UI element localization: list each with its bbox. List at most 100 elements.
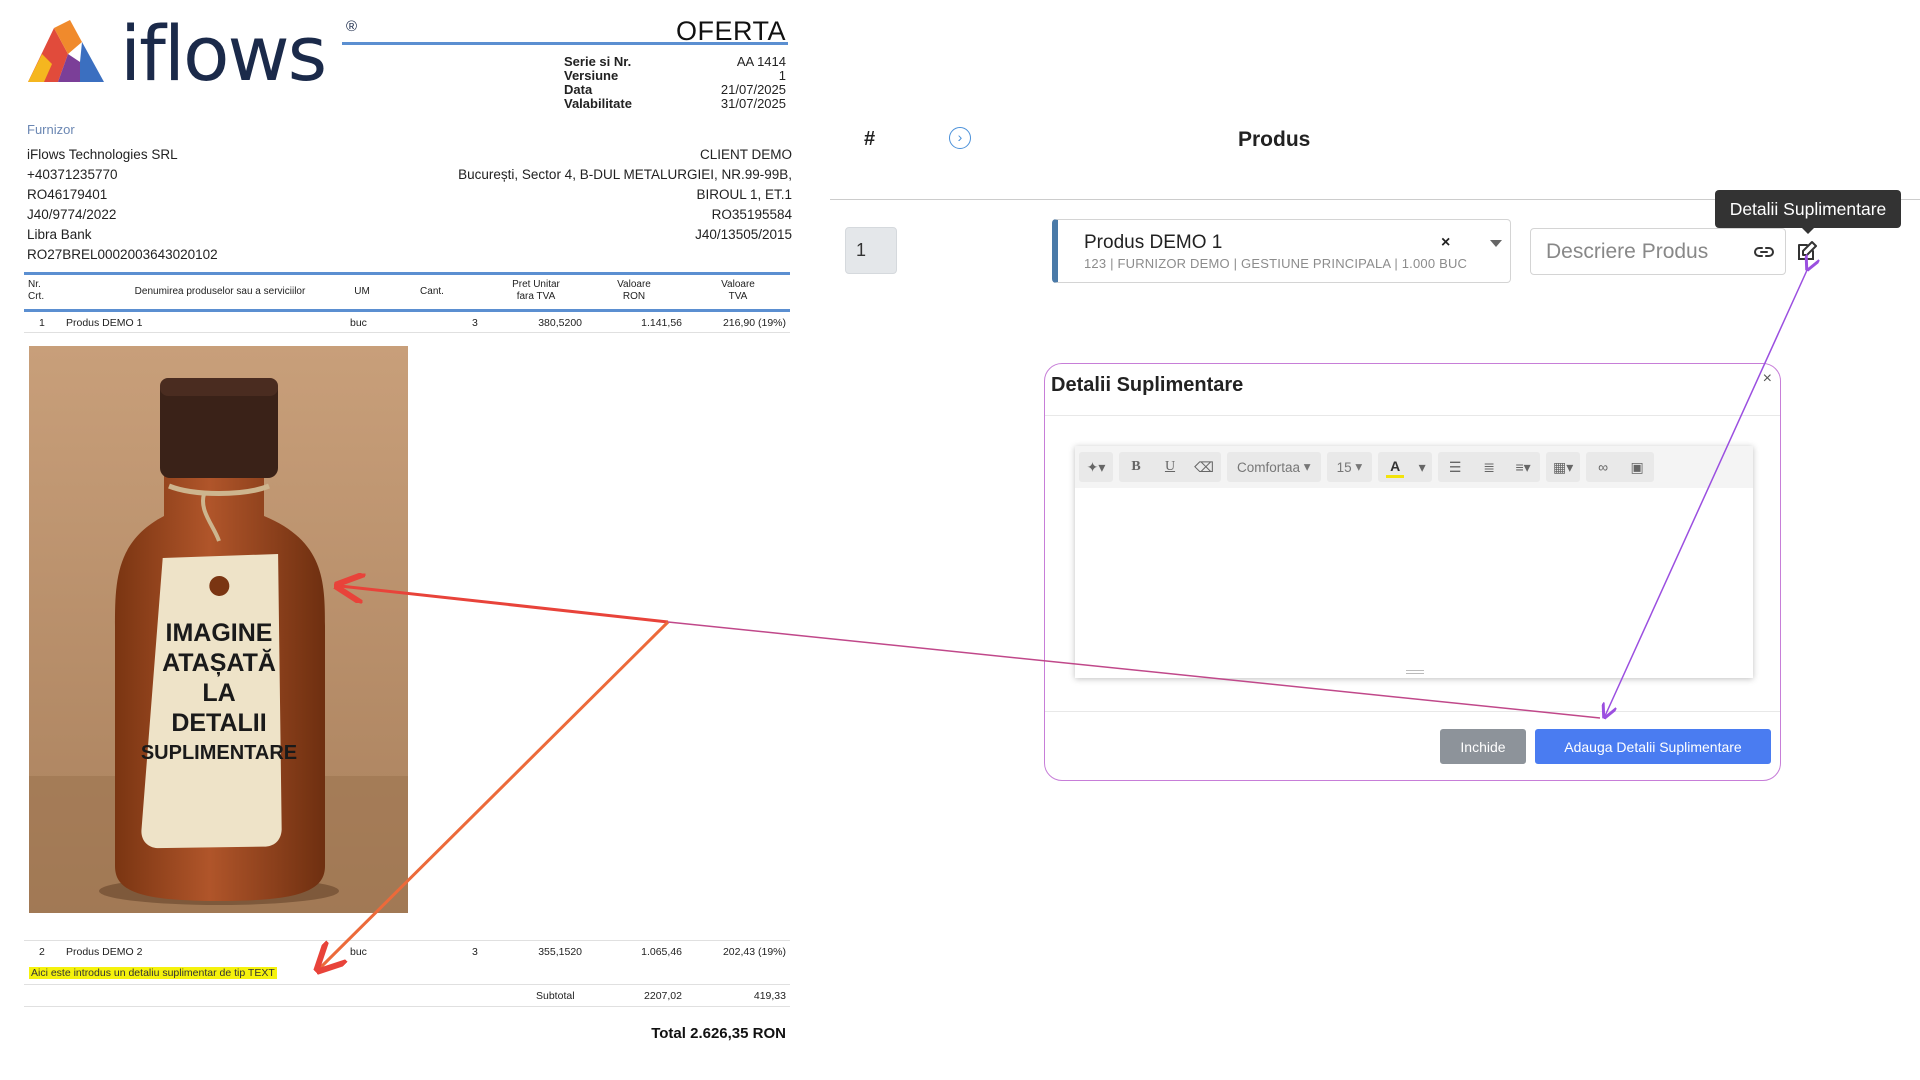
- row-divider: [24, 984, 790, 985]
- attached-product-image: IMAGINE ATAȘATĂ LA DETALII SUPLIMENTARE: [29, 346, 408, 913]
- client-line: J40/13505/2015: [695, 227, 792, 242]
- svg-text:IMAGINE: IMAGINE: [166, 619, 273, 647]
- client-details: CLIENT DEMO București, Sector 4, B-DUL M…: [458, 145, 792, 245]
- toolbar-group-table: ▦▾: [1546, 452, 1581, 482]
- bullet-list-icon[interactable]: ☰: [1438, 452, 1472, 482]
- col-header-vat: Valoare TVA: [721, 279, 755, 302]
- clear-selection-icon[interactable]: ×: [1441, 234, 1450, 252]
- meta-value: AA 1414: [736, 54, 786, 69]
- insert-image-icon[interactable]: ▣: [1620, 452, 1654, 482]
- cell-name: Produs DEMO 1: [66, 317, 143, 329]
- meta-value: 21/07/2025: [720, 82, 786, 97]
- expand-arrow-icon[interactable]: ›: [949, 127, 971, 149]
- cell-qty: 3: [472, 317, 478, 329]
- meta-row: Serie si Nr. AA 1414: [564, 55, 786, 69]
- modal-footer-divider: [1045, 711, 1780, 712]
- table-header-bottom-border: [24, 309, 790, 312]
- client-line: RO35195584: [711, 207, 792, 222]
- row-divider: [24, 940, 790, 941]
- supplier-line: iFlows Technologies SRL: [27, 147, 178, 162]
- meta-row: Versiune 1: [564, 69, 786, 83]
- numbered-list-icon[interactable]: ≣: [1472, 452, 1506, 482]
- toolbar-group-size: 15 ▾: [1326, 452, 1373, 482]
- logo-registered-mark: ®: [346, 18, 358, 35]
- add-details-button[interactable]: Adauga Detalii Suplimentare: [1535, 729, 1771, 764]
- client-line: București, Sector 4, B-DUL METALURGIEI, …: [458, 167, 792, 182]
- cell-um: buc: [350, 317, 367, 329]
- row-number-field[interactable]: 1: [845, 227, 897, 274]
- cell-um: buc: [350, 946, 367, 958]
- underline-icon[interactable]: U: [1153, 452, 1187, 482]
- cell-vat: 216,90 (19%): [722, 317, 786, 329]
- edit-details-icon[interactable]: [1795, 239, 1819, 263]
- cell-value: 1.141,56: [641, 317, 682, 329]
- cell-qty: 3: [472, 946, 478, 958]
- modal-title: Detalii Suplimentare: [1051, 374, 1244, 396]
- link-icon[interactable]: [1752, 240, 1776, 264]
- client-line: BIROUL 1, ET.1: [696, 187, 792, 202]
- document-total: Total 2.626,35 RON: [651, 1025, 786, 1042]
- editor-resize-handle[interactable]: [1406, 670, 1424, 674]
- cell-price: 355,1520: [538, 946, 582, 958]
- col-header-price: Pret Unitar fara TVA: [512, 279, 560, 302]
- close-icon[interactable]: ×: [1763, 370, 1772, 388]
- offer-document: iflows ® OFERTA Serie si Nr. AA 1414 Vers…: [0, 0, 800, 1080]
- meta-label: Versiune: [564, 68, 619, 83]
- cell-nr: 2: [39, 946, 45, 958]
- font-family-select[interactable]: Comfortaa ▾: [1227, 452, 1321, 482]
- logo-text: iflows: [120, 9, 327, 98]
- document-meta: Serie si Nr. AA 1414 Versiune 1 Data 21/07/…: [564, 55, 786, 111]
- iflows-logo-mark-icon: [28, 20, 104, 82]
- toolbar-group-font: Comfortaa ▾: [1227, 452, 1321, 482]
- bold-icon[interactable]: B: [1119, 452, 1153, 482]
- supplier-line: +40371235770: [27, 167, 118, 182]
- details-modal: Detalii Suplimentare × ✦▾ B U ⌫ Comforta…: [1044, 363, 1781, 781]
- meta-value: 1: [778, 68, 786, 83]
- insert-link-icon[interactable]: ∞: [1586, 452, 1620, 482]
- toolbar-group-insert: ∞ ▣: [1586, 452, 1655, 482]
- font-family-value: Comfortaa: [1237, 459, 1301, 475]
- text-detail-note: Aici este introdus un detaliu suplimenta…: [29, 967, 277, 979]
- toolbar-group-color: A ▾: [1378, 452, 1433, 482]
- subtotal-value: 2207,02: [644, 990, 682, 1002]
- font-size-value: 15: [1336, 459, 1352, 475]
- modal-header-divider: [1045, 415, 1780, 416]
- font-size-select[interactable]: 15 ▾: [1327, 452, 1373, 482]
- product-select-subtitle: 123 | FURNIZOR DEMO | GESTIUNE PRINCIPAL…: [1084, 256, 1468, 271]
- meta-label: Data: [564, 82, 593, 97]
- product-description-input[interactable]: [1530, 228, 1786, 275]
- supplier-details: iFlows Technologies SRL +40371235770 RO4…: [27, 145, 218, 265]
- column-header-index: #: [864, 128, 876, 150]
- row-divider: [24, 332, 790, 333]
- col-header-um: UM: [354, 286, 370, 297]
- cell-nr: 1: [39, 317, 45, 329]
- column-header-product: Produs: [1238, 128, 1311, 151]
- editor-toolbar: ✦▾ B U ⌫ Comfortaa ▾ 15 ▾ A ▾ ☰ ≣ ≡▾ ▦▾ …: [1075, 446, 1753, 488]
- align-icon[interactable]: ≡▾: [1506, 452, 1540, 482]
- supplier-line: Libra Bank: [27, 227, 92, 242]
- col-header-name: Denumirea produselor sau a serviciilor: [134, 286, 306, 297]
- document-title: OFERTA: [675, 16, 786, 46]
- details-tooltip: Detalii Suplimentare: [1715, 190, 1901, 234]
- meta-label: Serie si Nr.: [564, 54, 632, 69]
- client-line: CLIENT DEMO: [699, 147, 792, 162]
- eraser-icon[interactable]: ⌫: [1187, 452, 1221, 482]
- supplier-label: Furnizor: [27, 122, 75, 137]
- cell-name: Produs DEMO 2: [66, 946, 143, 958]
- cancel-button[interactable]: Inchide: [1440, 729, 1526, 764]
- svg-text:DETALII: DETALII: [171, 709, 266, 737]
- chevron-down-icon[interactable]: ▾: [1412, 452, 1432, 482]
- subtotal-label: Subtotal: [536, 990, 575, 1002]
- toolbar-group-paragraph: ☰ ≣ ≡▾: [1438, 452, 1541, 482]
- meta-row: Valabilitate 31/07/2025: [564, 97, 786, 111]
- rich-text-editor[interactable]: ✦▾ B U ⌫ Comfortaa ▾ 15 ▾ A ▾ ☰ ≣ ≡▾ ▦▾ …: [1075, 446, 1753, 678]
- supplier-line: RO27BREL0002003643020102: [27, 247, 218, 262]
- magic-wand-icon[interactable]: ✦▾: [1079, 452, 1113, 482]
- col-header-value: Valoare RON: [617, 279, 651, 302]
- text-color-icon[interactable]: A: [1386, 456, 1405, 478]
- table-icon[interactable]: ▦▾: [1546, 452, 1580, 482]
- meta-label: Valabilitate: [564, 96, 632, 111]
- product-select[interactable]: Produs DEMO 1 123 | FURNIZOR DEMO | GEST…: [1052, 219, 1511, 283]
- toolbar-group-style: ✦▾: [1079, 452, 1113, 482]
- chevron-down-icon[interactable]: [1490, 240, 1502, 247]
